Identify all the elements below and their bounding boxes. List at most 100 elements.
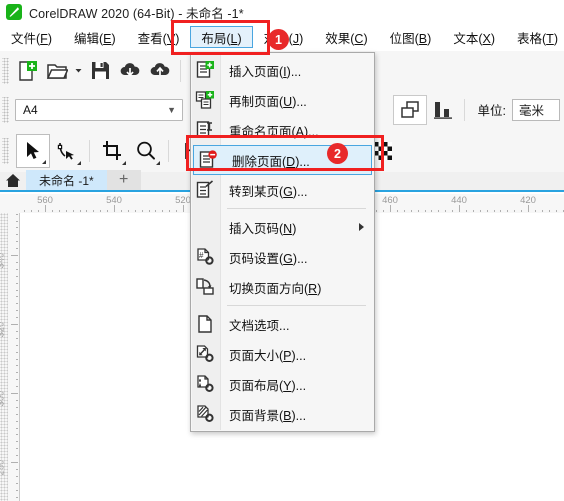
toolbar-separator xyxy=(180,59,181,82)
menu-item-document-options[interactable]: 文档选项... xyxy=(191,309,374,339)
ruler-tick-minor xyxy=(16,427,18,429)
ruler-tick-minor xyxy=(16,330,18,332)
menu-item-rename-page[interactable]: 重命名页面(A)... xyxy=(191,115,374,145)
menu-item-insert-page-number[interactable]: 插入页码(N) xyxy=(191,212,374,242)
menu-item-duplicate-page-label: 再制页面(U)... xyxy=(229,94,307,109)
menu-item-document-options-label: 文档选项... xyxy=(229,318,290,333)
object-order-icon[interactable] xyxy=(392,94,427,125)
shape-tool-flyout-icon[interactable] xyxy=(77,160,81,165)
ruler-tick-minor xyxy=(534,210,536,212)
save-icon[interactable] xyxy=(85,56,115,86)
ruler-tick-minor xyxy=(141,210,143,212)
ruler-tick-minor xyxy=(500,210,502,212)
open-document-icon[interactable] xyxy=(42,56,72,86)
ruler-tick-minor xyxy=(16,468,18,470)
pick-tool-flyout-icon[interactable] xyxy=(42,159,46,164)
ruler-tick-minor xyxy=(16,261,18,263)
zoom-tool-icon[interactable] xyxy=(129,134,163,168)
menu-item-page-number-settings[interactable]: # 页码设置(G)... xyxy=(191,242,374,272)
menu-file[interactable]: 文件(F) xyxy=(0,24,63,51)
toolbox-grip[interactable] xyxy=(2,137,9,164)
menu-item-page-size-label: 页面大小(P)... xyxy=(229,348,307,363)
unit-combo[interactable]: 毫米 xyxy=(512,98,560,121)
ruler-tick-major xyxy=(11,393,18,394)
menu-item-insert-page-number-label: 插入页码(N) xyxy=(229,221,297,236)
ruler-tick-minor xyxy=(479,210,481,212)
menu-bitmap[interactable]: 位图(B) xyxy=(379,24,443,51)
ruler-tick-minor xyxy=(555,210,557,212)
window-title: CorelDRAW 2020 (64-Bit) - 未命名 -1* xyxy=(29,6,244,21)
menu-item-page-size[interactable]: 页面大小(P)... xyxy=(191,339,374,369)
ruler-tick-minor xyxy=(148,210,150,212)
ruler-tick-minor xyxy=(79,210,81,212)
menu-item-insert-page[interactable]: 插入页面(I)... xyxy=(191,55,374,85)
pick-tool-icon[interactable] xyxy=(16,133,50,168)
rename-page-icon xyxy=(191,116,219,144)
menu-table-label: 表格(T) xyxy=(517,32,558,46)
ruler-tick-minor xyxy=(162,210,164,212)
unit-value: 毫米 xyxy=(519,104,545,118)
submenu-arrow-icon xyxy=(359,223,364,231)
menu-edit[interactable]: 编辑(E) xyxy=(63,24,127,51)
menu-separator-1 xyxy=(227,208,366,209)
coreldraw-logo-icon xyxy=(5,3,23,21)
ruler-tick-minor xyxy=(16,448,18,450)
cloud-download-icon[interactable] xyxy=(115,56,145,86)
ruler-tick-minor xyxy=(16,234,18,236)
ruler-tick-minor xyxy=(16,289,18,291)
annotation-badge-2: 2 xyxy=(327,143,348,164)
shape-tool-icon[interactable] xyxy=(50,134,84,168)
menu-text[interactable]: 文本(X) xyxy=(442,24,506,51)
menu-bitmap-label: 位图(B) xyxy=(389,32,432,46)
page-layout-icon xyxy=(191,370,219,398)
add-page-tab-button[interactable]: + xyxy=(106,170,141,190)
open-dropdown-icon[interactable] xyxy=(72,56,85,86)
ruler-tick-minor xyxy=(376,210,378,212)
crop-tool-flyout-icon[interactable] xyxy=(122,160,126,165)
crop-tool-icon[interactable] xyxy=(95,134,129,168)
property-bar-grip[interactable] xyxy=(2,96,9,123)
menu-item-duplicate-page[interactable]: 再制页面(U)... xyxy=(191,85,374,115)
zoom-tool-flyout-icon[interactable] xyxy=(156,160,160,165)
property-separator xyxy=(463,98,465,121)
menu-item-goto-page[interactable]: 转到某页(G)... xyxy=(191,175,374,205)
menu-table[interactable]: 表格(T) xyxy=(506,24,564,51)
menu-layout[interactable]: 布局(L) xyxy=(190,26,253,48)
ruler-tick-minor xyxy=(431,210,433,212)
menu-effects[interactable]: 效果(C) xyxy=(314,24,378,51)
ruler-tick-minor xyxy=(383,210,385,212)
ruler-tick-minor xyxy=(16,434,18,436)
ruler-tick-minor xyxy=(438,210,440,212)
switch-orientation-icon xyxy=(191,273,219,301)
toolbox-separator-2 xyxy=(168,139,169,162)
ruler-tick-minor xyxy=(24,210,26,212)
home-icon[interactable] xyxy=(0,170,26,190)
menu-item-page-background[interactable]: 页面背景(B)... xyxy=(191,399,374,429)
ruler-tick-minor xyxy=(16,386,18,388)
ruler-tick-minor xyxy=(16,379,18,381)
menu-effects-label: 效果(C) xyxy=(325,32,368,46)
align-distribute-icon[interactable] xyxy=(427,93,459,127)
ruler-tick-minor xyxy=(521,210,523,212)
new-document-icon[interactable] xyxy=(12,56,42,86)
document-tab[interactable]: 未命名 -1* xyxy=(26,170,107,190)
ruler-tick-minor xyxy=(16,268,18,270)
menu-file-label: 文件(F) xyxy=(11,32,52,46)
ruler-tick-minor xyxy=(541,210,543,212)
cloud-upload-icon[interactable] xyxy=(145,56,175,86)
ruler-tick-minor xyxy=(16,406,18,408)
page-size-combo[interactable]: A4 ▼ xyxy=(15,98,183,121)
page-number-settings-icon: # xyxy=(191,243,219,271)
menu-view[interactable]: 查看(V) xyxy=(127,24,191,51)
menu-item-page-layout[interactable]: 页面布局(Y)... xyxy=(191,369,374,399)
menu-item-insert-page-label: 插入页面(I)... xyxy=(229,64,302,79)
toolbar-grip[interactable] xyxy=(2,57,9,84)
ruler-tick-major xyxy=(11,255,18,256)
ruler-tick-major xyxy=(459,205,460,212)
menu-separator-2 xyxy=(227,305,366,306)
ruler-tick-minor xyxy=(65,210,67,212)
ruler-tick-minor xyxy=(562,210,564,212)
ruler-tick-major xyxy=(11,462,18,463)
ruler-tick-minor xyxy=(452,210,454,212)
menu-item-switch-orientation[interactable]: 切换页面方向(R) xyxy=(191,272,374,302)
